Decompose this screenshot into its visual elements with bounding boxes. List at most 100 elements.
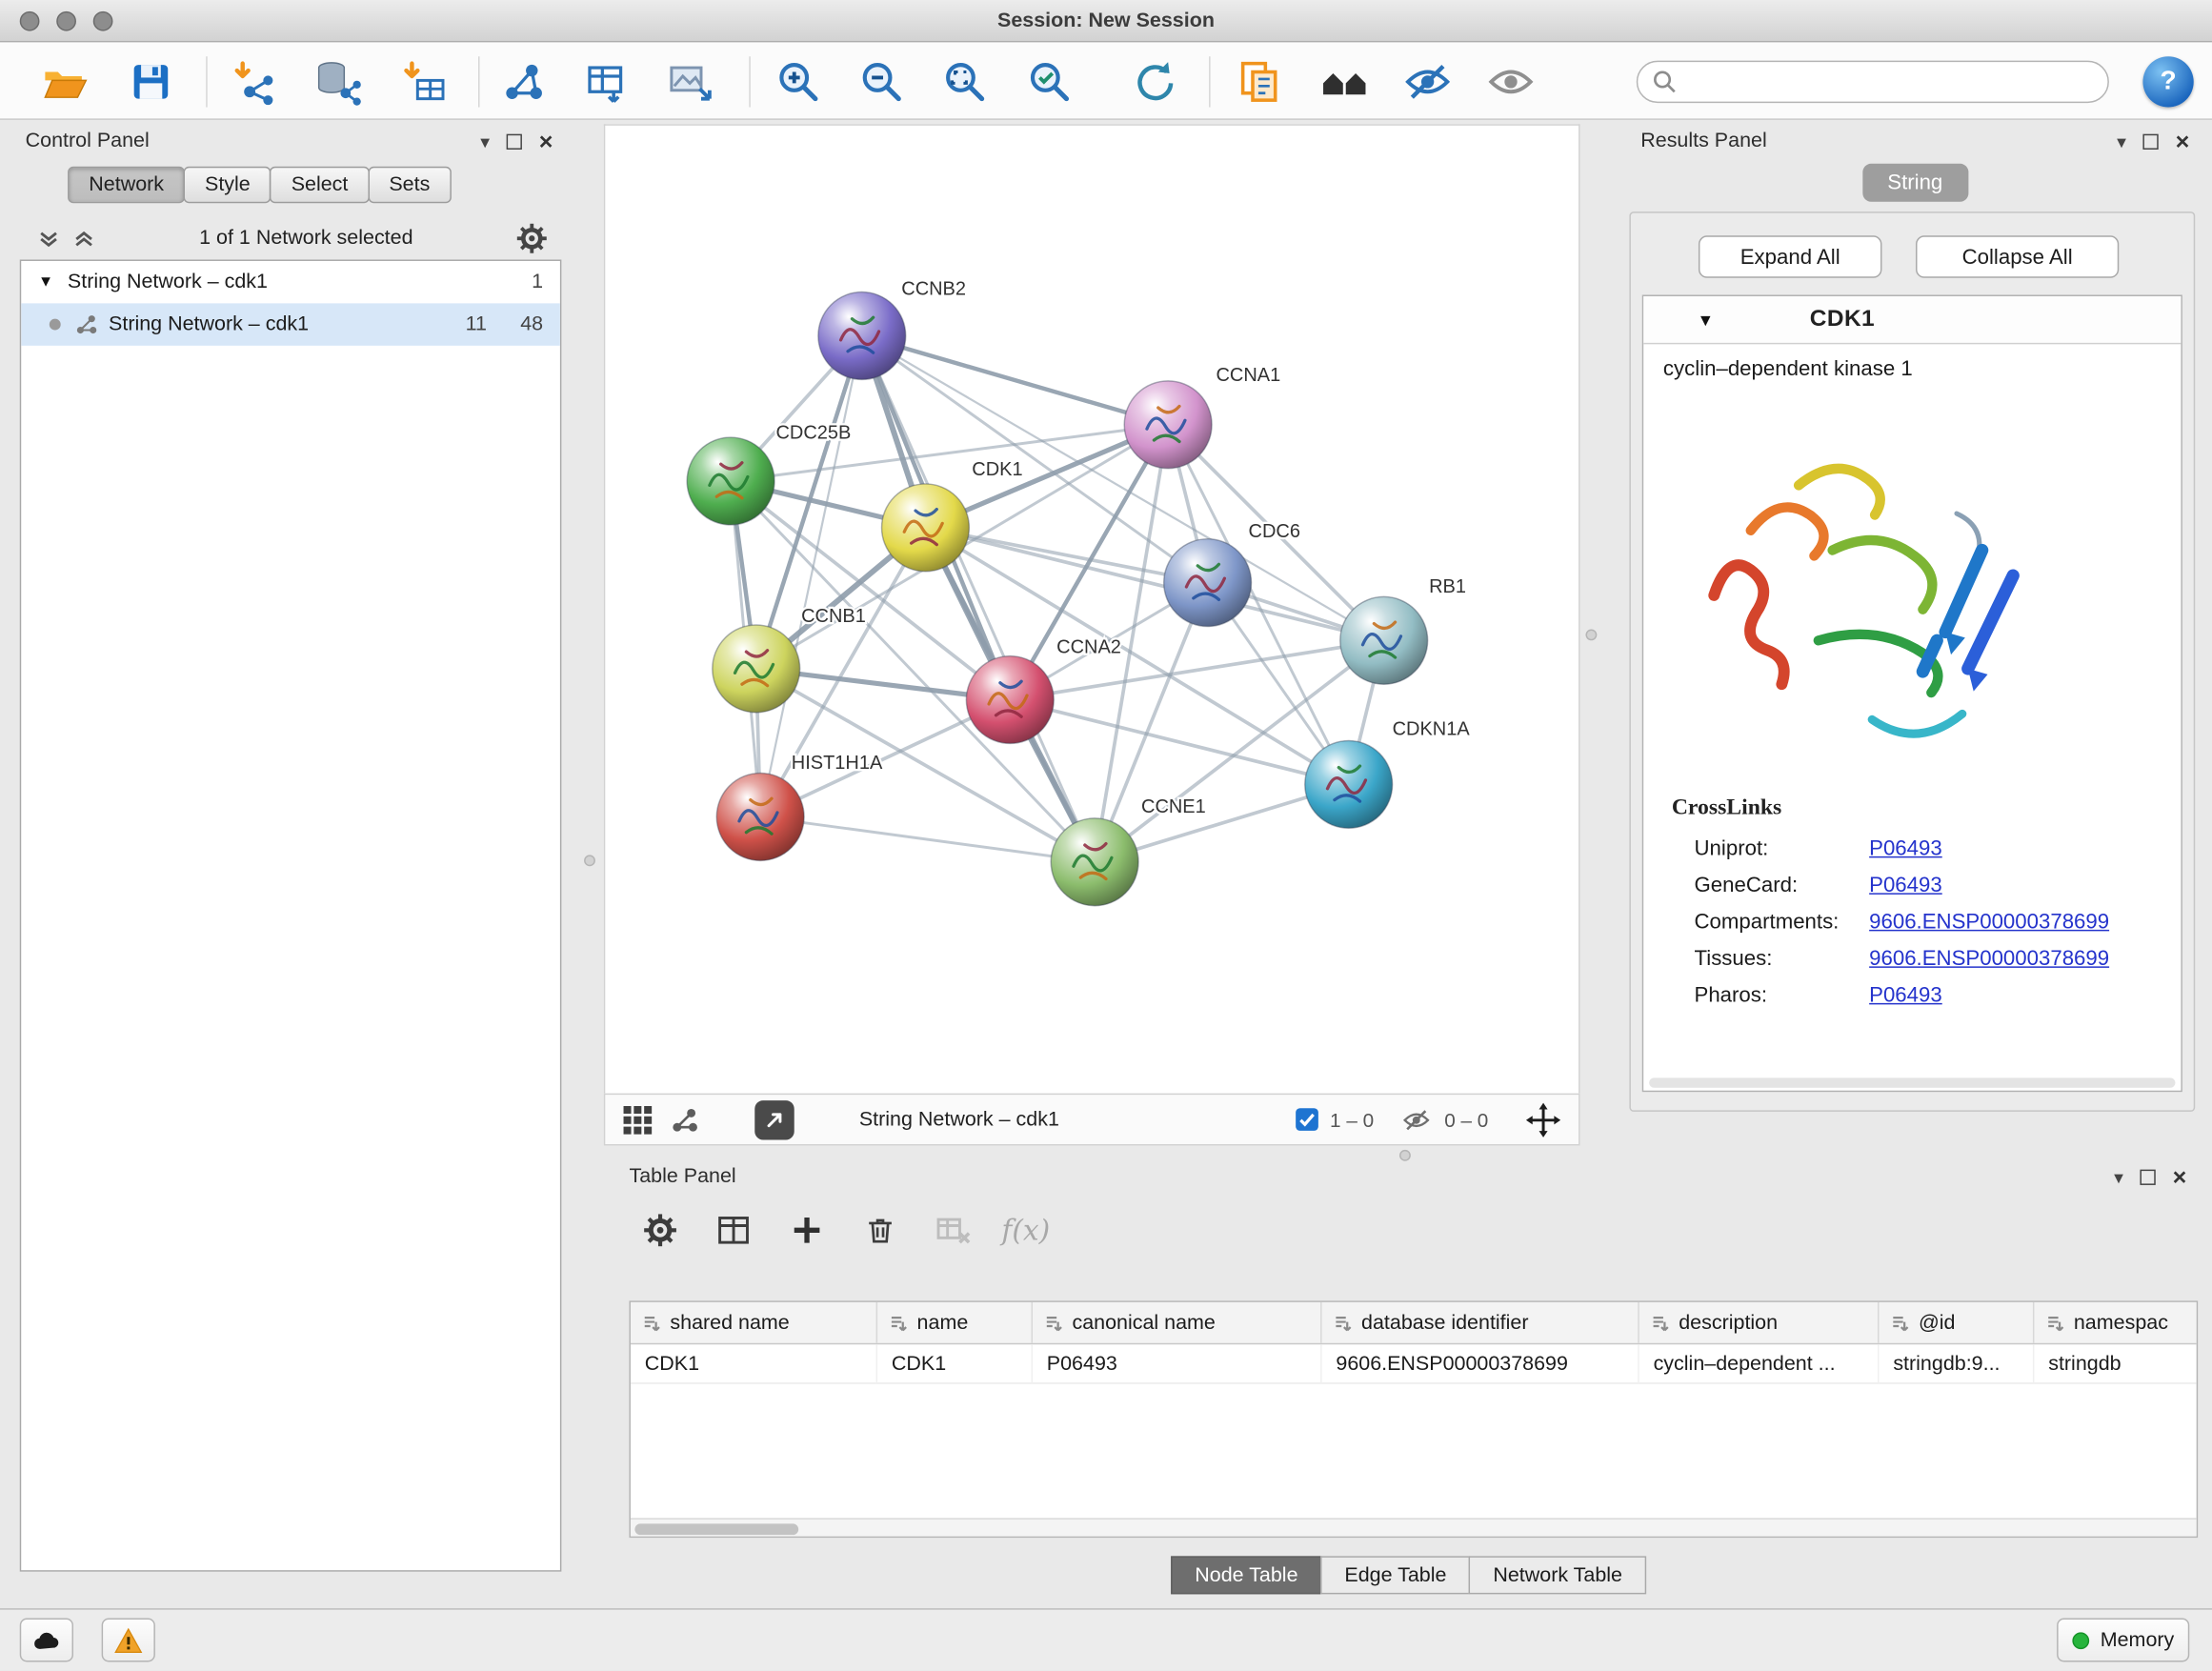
uniprot-link[interactable]: P06493 <box>1869 836 1942 859</box>
network-graph[interactable]: CCNB2CCNA1CDC25BCDK1CDC6RB1CCNB1CCNA2CDK… <box>605 126 1579 1094</box>
right-splitter-handle[interactable] <box>1585 629 1597 640</box>
tab-node-table[interactable]: Node Table <box>1171 1556 1322 1594</box>
network-edge[interactable] <box>862 335 1168 424</box>
show-graphics-icon[interactable] <box>1482 53 1538 110</box>
warnings-button[interactable] <box>102 1619 155 1662</box>
left-splitter-handle[interactable] <box>584 855 595 866</box>
column-header[interactable]: canonical name <box>1033 1302 1322 1343</box>
network-view-canvas[interactable]: CCNB2CCNA1CDC25BCDK1CDC6RB1CCNB1CCNA2CDK… <box>604 124 1580 1093</box>
import-network-from-file-icon[interactable] <box>227 53 283 110</box>
tab-network-table[interactable]: Network Table <box>1469 1556 1646 1594</box>
crosslink-row: Uniprot: P06493 <box>1643 830 2181 867</box>
column-header[interactable]: namespac <box>2034 1302 2193 1343</box>
network-node-cdc25b[interactable] <box>687 437 774 525</box>
show-hide-panels-icon[interactable] <box>1317 53 1373 110</box>
export-image-icon[interactable] <box>662 53 718 110</box>
open-session-icon[interactable] <box>35 53 91 110</box>
tissues-link[interactable]: 9606.ENSP00000378699 <box>1869 946 2109 970</box>
float-panel-icon[interactable]: ▾ <box>2117 131 2126 150</box>
maximize-panel-icon[interactable] <box>2143 133 2159 149</box>
network-node-cdk1[interactable] <box>882 484 970 572</box>
selected-checkbox-icon[interactable] <box>1295 1107 1318 1131</box>
column-header[interactable]: @id <box>1880 1302 2035 1343</box>
network-edge[interactable] <box>760 335 862 816</box>
grid-view-icon[interactable] <box>622 1104 654 1136</box>
column-header[interactable]: database identifier <box>1322 1302 1639 1343</box>
import-network-from-database-icon[interactable] <box>309 53 365 110</box>
import-table-from-file-icon[interactable] <box>396 53 452 110</box>
close-panel-icon[interactable]: × <box>2173 1164 2187 1188</box>
compartments-link[interactable]: 9606.ENSP00000378699 <box>1869 909 2109 933</box>
column-header[interactable]: shared name <box>631 1302 877 1343</box>
delete-column-icon[interactable] <box>855 1205 905 1256</box>
network-row-selected[interactable]: String Network – cdk1 11 48 <box>21 303 560 345</box>
float-panel-icon[interactable]: ▾ <box>2114 1167 2123 1185</box>
select-columns-icon[interactable] <box>708 1205 758 1256</box>
column-header[interactable]: name <box>877 1302 1033 1343</box>
tab-edge-table[interactable]: Edge Table <box>1320 1556 1470 1594</box>
annotation-icon[interactable] <box>1230 53 1286 110</box>
table-horizontal-scrollbar[interactable] <box>631 1518 2197 1536</box>
zoom-in-icon[interactable] <box>771 53 827 110</box>
pan-crosshair-icon[interactable] <box>1525 1101 1562 1138</box>
protein-card-header[interactable]: ▼ CDK1 <box>1643 296 2181 344</box>
window-controls[interactable] <box>20 11 113 31</box>
network-node-ccna1[interactable] <box>1124 381 1212 469</box>
new-network-icon[interactable] <box>495 53 552 110</box>
help-icon[interactable]: ? <box>2142 56 2193 107</box>
zoom-window-button[interactable] <box>93 11 113 31</box>
maximize-panel-icon[interactable] <box>2141 1169 2156 1184</box>
zoom-selected-icon[interactable] <box>1021 53 1077 110</box>
genecard-link[interactable]: P06493 <box>1869 873 1942 896</box>
scrollbar-thumb[interactable] <box>634 1523 798 1535</box>
close-panel-icon[interactable]: × <box>2176 129 2190 152</box>
tab-network[interactable]: Network <box>68 167 185 204</box>
table-row[interactable]: CDK1 CDK1 P06493 9606.ENSP00000378699 cy… <box>631 1344 2197 1383</box>
tab-sets[interactable]: Sets <box>368 167 451 204</box>
save-session-icon[interactable] <box>123 53 179 110</box>
hidden-eye-icon[interactable] <box>1399 1105 1434 1134</box>
collapse-all-button[interactable]: Collapse All <box>1916 235 2119 277</box>
collapse-protein-icon[interactable]: ▼ <box>1697 310 1714 330</box>
results-scrollbar[interactable] <box>1649 1077 2175 1087</box>
network-node-cdc6[interactable] <box>1164 539 1252 627</box>
zoom-out-icon[interactable] <box>854 53 910 110</box>
new-table-icon[interactable] <box>578 53 634 110</box>
network-node-ccnb2[interactable] <box>818 292 906 380</box>
hide-graphics-icon[interactable] <box>1399 53 1456 110</box>
gear-icon[interactable] <box>516 223 548 254</box>
network-collection-row[interactable]: ▼ String Network – cdk1 1 <box>21 261 560 303</box>
add-column-icon[interactable] <box>781 1205 832 1256</box>
table-gear-icon[interactable] <box>634 1205 685 1256</box>
network-edge[interactable] <box>760 816 1095 861</box>
refresh-layout-icon[interactable] <box>1126 53 1182 110</box>
search-input[interactable] <box>1678 70 2094 93</box>
network-node-ccnb1[interactable] <box>713 625 800 713</box>
global-search-field[interactable] <box>1637 61 2109 103</box>
collapse-all-icon[interactable] <box>37 227 61 251</box>
memory-button[interactable]: Memory <box>2057 1619 2189 1662</box>
network-node-hist1h1a[interactable] <box>716 774 804 861</box>
pharos-link[interactable]: P06493 <box>1869 982 1942 1006</box>
network-node-cdkn1a[interactable] <box>1305 740 1393 828</box>
cloud-status-button[interactable] <box>20 1619 73 1662</box>
network-view-icon[interactable] <box>670 1105 698 1134</box>
network-node-ccne1[interactable] <box>1051 818 1138 906</box>
network-node-ccna2[interactable] <box>966 656 1054 744</box>
column-header[interactable]: description <box>1639 1302 1880 1343</box>
zoom-fit-icon[interactable] <box>936 53 993 110</box>
expand-all-button[interactable]: Expand All <box>1699 235 1882 277</box>
close-panel-icon[interactable]: × <box>539 129 553 152</box>
network-node-rb1[interactable] <box>1340 596 1428 684</box>
close-window-button[interactable] <box>20 11 40 31</box>
expand-all-icon[interactable] <box>72 227 96 251</box>
detach-view-button[interactable] <box>754 1099 794 1138</box>
float-panel-icon[interactable]: ▾ <box>480 131 490 150</box>
minimize-window-button[interactable] <box>56 11 76 31</box>
tree-expand-icon[interactable]: ▼ <box>38 273 53 291</box>
tab-string[interactable]: String <box>1862 164 1968 202</box>
tab-select[interactable]: Select <box>270 167 369 204</box>
tab-style[interactable]: Style <box>184 167 271 204</box>
network-edge[interactable] <box>862 335 1095 861</box>
maximize-panel-icon[interactable] <box>507 133 522 149</box>
